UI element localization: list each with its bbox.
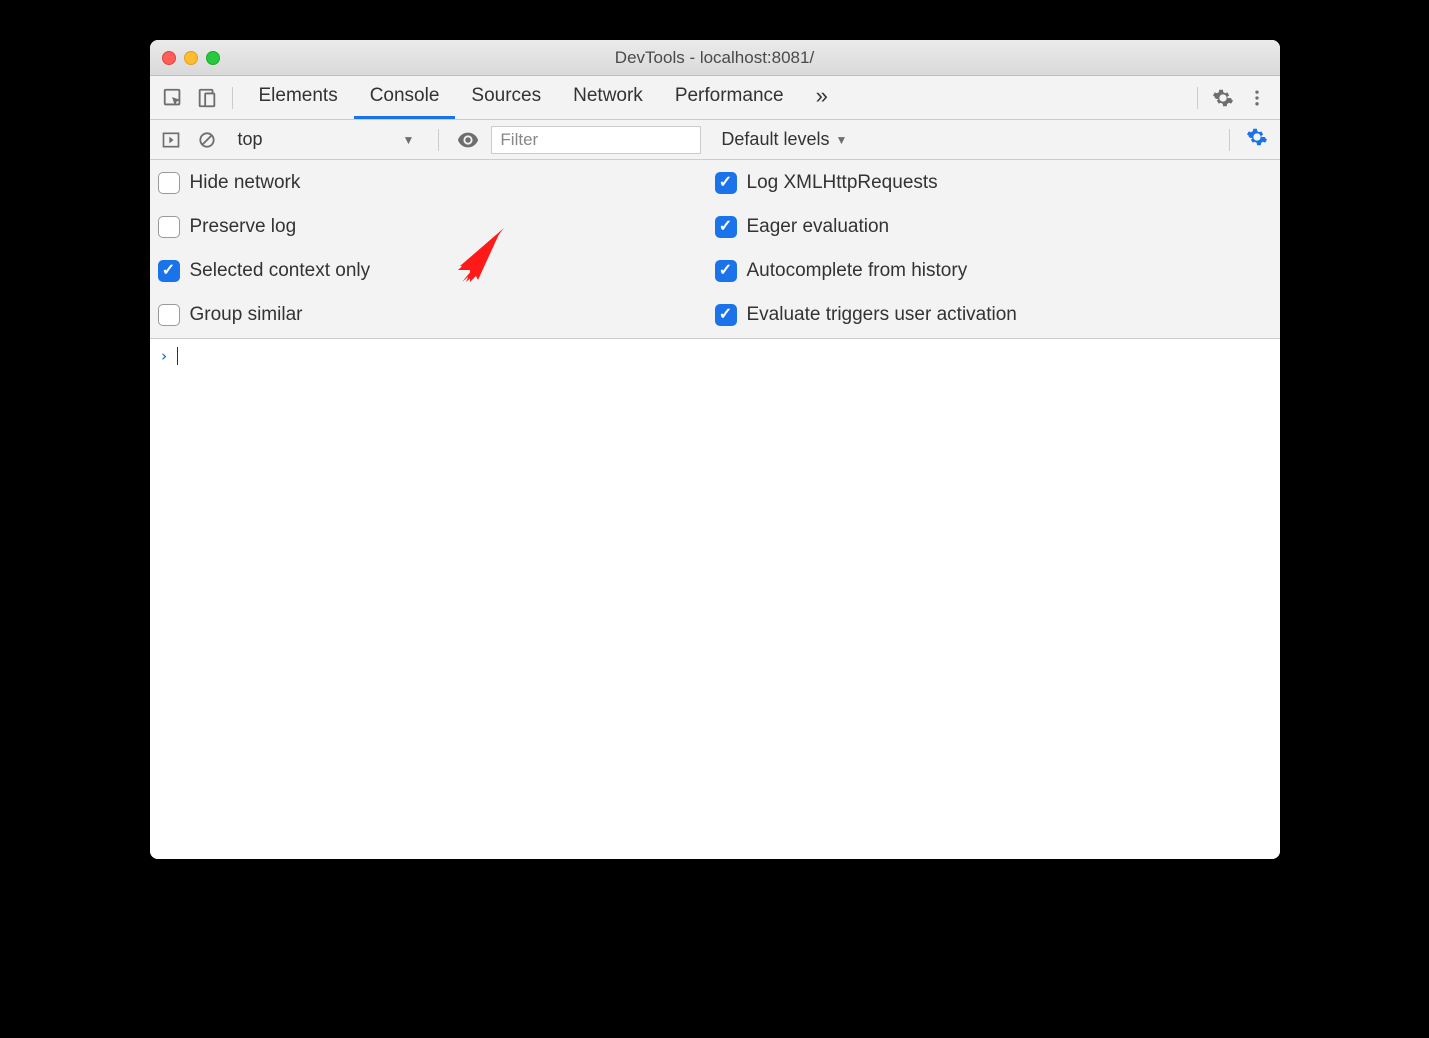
setting-preserve-log[interactable]: Preserve log: [158, 216, 715, 238]
setting-label: Preserve log: [190, 216, 297, 238]
panel-tabs: Elements Console Sources Network Perform…: [243, 76, 1187, 119]
console-toolbar: top ▼ Default levels ▼: [150, 120, 1280, 160]
devtools-window: DevTools - localhost:8081/ Elements Cons…: [150, 40, 1280, 859]
settings-col-right: Log XMLHttpRequests Eager evaluation Aut…: [715, 172, 1272, 326]
log-levels-selector[interactable]: Default levels ▼: [711, 129, 847, 150]
setting-evaluate-triggers-activation[interactable]: Evaluate triggers user activation: [715, 304, 1272, 326]
setting-label: Group similar: [190, 304, 303, 326]
divider: [1197, 87, 1198, 109]
checkbox[interactable]: [158, 216, 180, 238]
toggle-sidebar-icon[interactable]: [158, 127, 184, 153]
setting-label: Eager evaluation: [747, 216, 890, 238]
context-label: top: [238, 129, 263, 150]
window-title: DevTools - localhost:8081/: [150, 48, 1280, 68]
device-toolbar-icon[interactable]: [192, 83, 222, 113]
main-toolbar: Elements Console Sources Network Perform…: [150, 76, 1280, 120]
divider: [1229, 129, 1230, 151]
live-expression-icon[interactable]: [455, 127, 481, 153]
setting-hide-network[interactable]: Hide network: [158, 172, 715, 194]
checkbox[interactable]: [715, 260, 737, 282]
checkbox[interactable]: [158, 304, 180, 326]
tab-elements[interactable]: Elements: [243, 76, 354, 119]
traffic-lights: [150, 51, 220, 65]
context-selector[interactable]: top ▼: [230, 129, 423, 150]
tab-performance[interactable]: Performance: [659, 76, 800, 119]
chevron-down-icon: ▼: [835, 133, 847, 147]
settings-col-left: Hide network Preserve log Selected conte…: [158, 172, 715, 326]
setting-label: Log XMLHttpRequests: [747, 172, 938, 194]
console-prompt[interactable]: ›: [160, 347, 1270, 365]
checkbox[interactable]: [715, 172, 737, 194]
tab-console[interactable]: Console: [354, 76, 456, 119]
setting-log-xhr[interactable]: Log XMLHttpRequests: [715, 172, 1272, 194]
console-settings-panel: Hide network Preserve log Selected conte…: [150, 160, 1280, 339]
levels-label: Default levels: [721, 129, 829, 150]
setting-autocomplete-history[interactable]: Autocomplete from history: [715, 260, 1272, 282]
minimize-button[interactable]: [184, 51, 198, 65]
close-button[interactable]: [162, 51, 176, 65]
setting-label: Autocomplete from history: [747, 260, 968, 282]
settings-icon[interactable]: [1208, 83, 1238, 113]
more-icon[interactable]: [1242, 83, 1272, 113]
console-output[interactable]: ›: [150, 339, 1280, 859]
text-cursor: [177, 347, 178, 365]
toolbar-right: [1191, 83, 1272, 113]
titlebar: DevTools - localhost:8081/: [150, 40, 1280, 76]
tab-sources[interactable]: Sources: [455, 76, 557, 119]
setting-eager-evaluation[interactable]: Eager evaluation: [715, 216, 1272, 238]
checkbox[interactable]: [158, 172, 180, 194]
filter-input[interactable]: [491, 126, 701, 154]
maximize-button[interactable]: [206, 51, 220, 65]
tab-network[interactable]: Network: [557, 76, 659, 119]
clear-console-icon[interactable]: [194, 127, 220, 153]
checkbox[interactable]: [715, 216, 737, 238]
checkbox[interactable]: [158, 260, 180, 282]
setting-label: Evaluate triggers user activation: [747, 304, 1017, 326]
tabs-overflow[interactable]: »: [800, 76, 844, 119]
setting-selected-context-only[interactable]: Selected context only: [158, 260, 715, 282]
checkbox[interactable]: [715, 304, 737, 326]
divider: [232, 87, 233, 109]
divider: [438, 129, 439, 151]
chevron-down-icon: ▼: [403, 133, 415, 147]
setting-label: Selected context only: [190, 260, 371, 282]
console-settings-icon[interactable]: [1246, 126, 1272, 153]
setting-label: Hide network: [190, 172, 301, 194]
prompt-chevron-icon: ›: [160, 347, 169, 365]
inspect-element-icon[interactable]: [158, 83, 188, 113]
setting-group-similar[interactable]: Group similar: [158, 304, 715, 326]
